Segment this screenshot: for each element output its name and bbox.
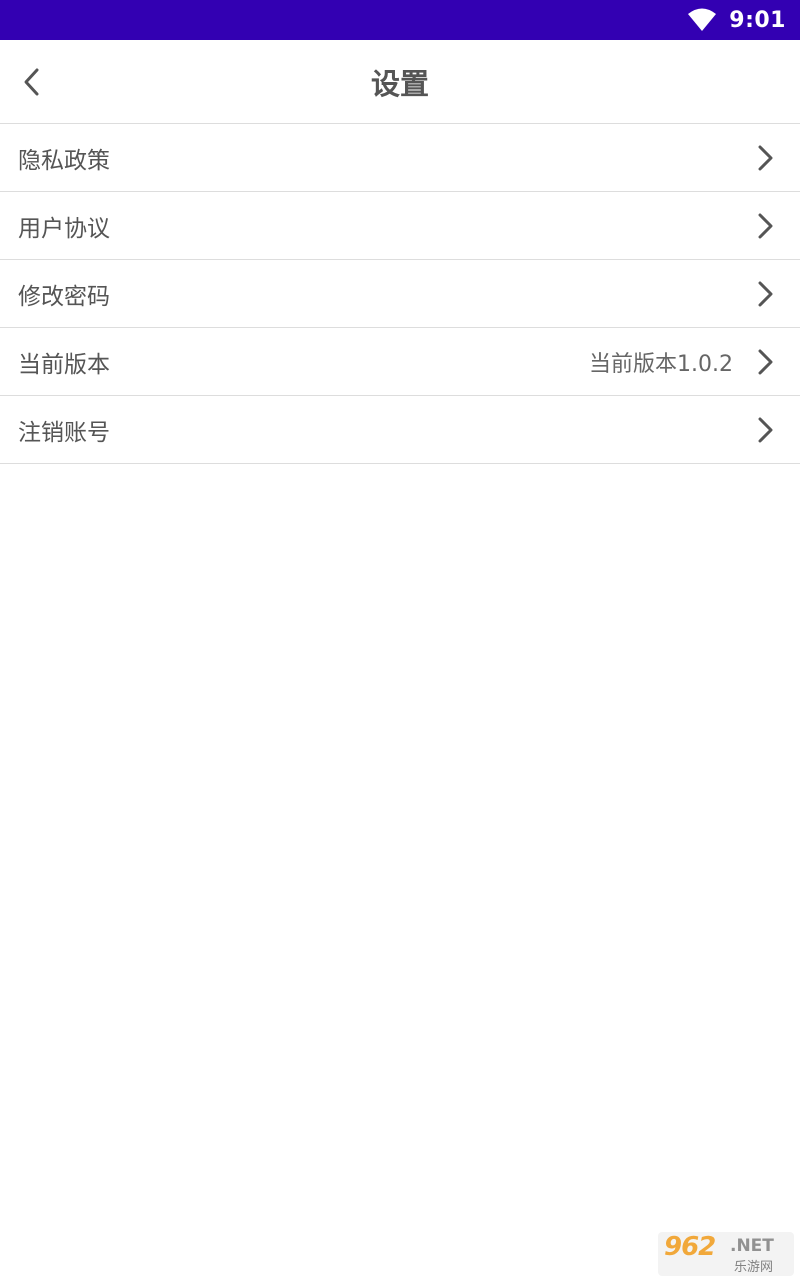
settings-item-delete-account[interactable]: 注销账号 [0, 396, 800, 464]
watermark-number: 962 [664, 1232, 716, 1262]
app-header: 设置 [0, 40, 800, 124]
settings-item-change-password[interactable]: 修改密码 [0, 260, 800, 328]
settings-item-current-version[interactable]: 当前版本 当前版本1.0.2 [0, 328, 800, 396]
settings-item-label: 当前版本 [18, 351, 110, 378]
page-title: 设置 [370, 67, 429, 101]
chevron-right-icon [758, 349, 773, 375]
settings-screen: 9:01 设置 隐私政策 用户协议 修改密码 当前版本 当前版本1.0.2 注销… [0, 0, 800, 1280]
wifi-icon [688, 8, 717, 31]
chevron-left-icon [24, 68, 39, 96]
chevron-right-icon [758, 213, 773, 239]
back-button[interactable] [10, 54, 54, 110]
chevron-right-icon [758, 281, 773, 307]
settings-list: 隐私政策 用户协议 修改密码 当前版本 当前版本1.0.2 注销账号 [0, 124, 800, 464]
settings-item-user-agreement[interactable]: 用户协议 [0, 192, 800, 260]
watermark-site-name: 乐游网 [734, 1260, 774, 1275]
status-time: 9:01 [729, 7, 786, 33]
version-value: 当前版本1.0.2 [589, 351, 733, 377]
settings-item-label: 修改密码 [18, 283, 110, 310]
chevron-right-icon [758, 145, 773, 171]
watermark-logo: 962 .NET 乐游网 [658, 1232, 794, 1276]
chevron-right-icon [758, 417, 773, 443]
settings-item-privacy-policy[interactable]: 隐私政策 [0, 124, 800, 192]
settings-item-label: 隐私政策 [18, 147, 110, 174]
status-bar: 9:01 [0, 0, 800, 40]
watermark-domain: .NET [730, 1236, 774, 1256]
settings-item-label: 注销账号 [18, 419, 110, 446]
settings-item-label: 用户协议 [18, 215, 110, 242]
